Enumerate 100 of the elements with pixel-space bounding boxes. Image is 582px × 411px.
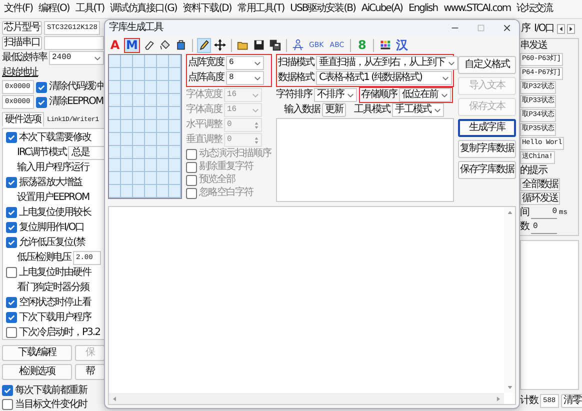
action-button[interactable]: 保存字库数据 bbox=[458, 161, 516, 179]
option-label: 设置用户EEPROM bbox=[17, 192, 90, 204]
checkbox[interactable] bbox=[6, 237, 17, 248]
count-field[interactable]: 0 bbox=[531, 219, 557, 234]
chip-model-button[interactable]: 芯片型号 bbox=[2, 21, 42, 35]
spinner-icon bbox=[254, 136, 259, 144]
start-address-label: 起始地址 bbox=[2, 66, 38, 78]
scroll-down-icon[interactable] bbox=[506, 385, 512, 390]
action-button[interactable]: 下载/编程 bbox=[2, 345, 72, 361]
close-icon[interactable] bbox=[503, 24, 511, 32]
palette-tool[interactable] bbox=[378, 38, 392, 52]
checkbox[interactable] bbox=[2, 399, 13, 410]
checkbox[interactable] bbox=[2, 385, 13, 396]
save-tool[interactable] bbox=[252, 38, 266, 52]
chevron-icon bbox=[448, 60, 455, 66]
tool-mode-select[interactable]: 手工模式 bbox=[392, 103, 444, 117]
baud-select[interactable]: 2400 bbox=[49, 51, 104, 65]
vertical-scrollbar[interactable] bbox=[504, 207, 515, 393]
option-label: 看门狗定时器分频 bbox=[17, 282, 89, 294]
group-title: 串发送 bbox=[520, 40, 547, 52]
dialog-title: 字库生成工具 bbox=[109, 22, 163, 34]
option-label: 下次下载用户程序 bbox=[19, 312, 91, 324]
chevron-icon bbox=[441, 92, 448, 98]
chars-tool[interactable] bbox=[290, 38, 305, 52]
send-button[interactable]: 循环发送 bbox=[520, 192, 560, 205]
menu-item[interactable]: 论坛交流 bbox=[516, 3, 553, 15]
option-label: 清除代码缓冲 bbox=[49, 81, 103, 93]
menu-item[interactable]: USB驱动安装(B) bbox=[290, 3, 356, 15]
sort-select[interactable]: 不排序 bbox=[314, 88, 357, 102]
baud-label: 最低波特率 bbox=[2, 52, 47, 64]
send-button[interactable]: 全部数据 bbox=[520, 178, 560, 191]
scan-port-button[interactable]: 扫描串口 bbox=[2, 36, 42, 50]
option-label: 当目标文件变化时 bbox=[15, 398, 87, 410]
checkbox[interactable] bbox=[6, 327, 17, 338]
format-select[interactable]: C表格-格式1 (纯数据格式) bbox=[316, 71, 452, 85]
save-as-icon bbox=[268, 39, 281, 51]
scroll-right-icon[interactable] bbox=[567, 24, 576, 34]
pencil-tool[interactable] bbox=[196, 38, 211, 52]
checkbox[interactable] bbox=[6, 132, 17, 143]
figures-icon bbox=[292, 39, 304, 51]
dot-matrix-grid[interactable] bbox=[108, 54, 182, 199]
action-button[interactable]: 自定义格式 bbox=[458, 56, 516, 74]
chevron-icon bbox=[434, 108, 441, 112]
menu-item[interactable]: www.STCAI.com bbox=[444, 3, 511, 15]
port-field[interactable] bbox=[44, 36, 104, 50]
action-button[interactable]: 生成字库 bbox=[458, 119, 516, 137]
menu-item[interactable]: 资料下载(D) bbox=[182, 3, 232, 15]
menu-item[interactable]: 文件(F) bbox=[4, 3, 33, 15]
checkbox[interactable] bbox=[6, 207, 17, 218]
action-button[interactable]: 复制字库数据 bbox=[458, 140, 516, 158]
checkbox[interactable] bbox=[6, 222, 17, 233]
option-label: 输入用户程序运行 bbox=[17, 162, 89, 174]
size-select[interactable]: 8 bbox=[226, 71, 264, 85]
tab[interactable]: 硬件选项 bbox=[2, 112, 44, 127]
checkbox[interactable] bbox=[36, 82, 47, 92]
interval-field[interactable]: 0 bbox=[531, 206, 557, 219]
scroll-up-icon[interactable] bbox=[506, 210, 512, 215]
action-button[interactable]: 检测选项 bbox=[2, 364, 72, 380]
option-select[interactable]: 总是 bbox=[68, 146, 107, 160]
field-label: 输入数据 bbox=[284, 104, 320, 116]
storage-select[interactable]: 低位在前 bbox=[399, 88, 451, 102]
menu-item[interactable]: 常用工具(T) bbox=[237, 3, 284, 15]
clear-button[interactable]: 清零 bbox=[560, 394, 582, 408]
tool-button[interactable]: A bbox=[108, 38, 122, 52]
checkbox[interactable] bbox=[6, 177, 17, 188]
field-label: 字符排序 bbox=[276, 89, 312, 101]
eraser-icon bbox=[142, 39, 155, 51]
option-label: 本次下载需要修改 bbox=[19, 132, 91, 144]
checkbox[interactable] bbox=[6, 312, 17, 323]
menu-item[interactable]: 编程(O) bbox=[38, 3, 70, 15]
menu-item[interactable]: English bbox=[408, 3, 438, 15]
update-button[interactable]: 更新 bbox=[322, 103, 346, 117]
field-label: 字体高度 bbox=[186, 104, 222, 116]
option-label: 上电复位使用较长 bbox=[19, 206, 91, 218]
tab[interactable]: I/O口 bbox=[533, 23, 556, 35]
chevron-icon bbox=[252, 92, 259, 98]
menu-item[interactable]: 调试仿真接口(G) bbox=[110, 3, 177, 15]
field-label: 字体宽度 bbox=[186, 89, 222, 101]
checkbox[interactable] bbox=[36, 96, 47, 108]
input-data-field[interactable] bbox=[276, 118, 454, 202]
tool-button[interactable]: M bbox=[124, 38, 140, 52]
count-label: 数 bbox=[520, 220, 529, 232]
scroll-left-icon[interactable] bbox=[557, 24, 566, 34]
saveas-tool[interactable] bbox=[268, 38, 282, 52]
option-label: 上电复位时由硬件 bbox=[19, 266, 91, 278]
menu-item[interactable]: 工具(T) bbox=[75, 3, 104, 15]
checkbox[interactable] bbox=[6, 267, 17, 278]
tool-button[interactable]: 汉 bbox=[394, 38, 410, 52]
tab[interactable]: 序 bbox=[520, 23, 531, 35]
checkbox[interactable] bbox=[6, 297, 17, 308]
field-label: 扫描模式 bbox=[278, 57, 314, 69]
action-button[interactable]: 帮 bbox=[75, 364, 105, 380]
move-tool[interactable] bbox=[212, 38, 227, 52]
menu-item[interactable]: AiCube(A) bbox=[361, 3, 402, 15]
field-label: 点阵高度 bbox=[188, 72, 224, 84]
size-select[interactable]: 6 bbox=[226, 56, 264, 70]
option-label: 忽略空白字符 bbox=[199, 187, 253, 199]
format-select[interactable]: 垂直扫描，从左到右，从上到下 bbox=[316, 56, 458, 70]
option-label: 预览全部 bbox=[199, 174, 235, 186]
chevron-icon bbox=[442, 76, 449, 80]
